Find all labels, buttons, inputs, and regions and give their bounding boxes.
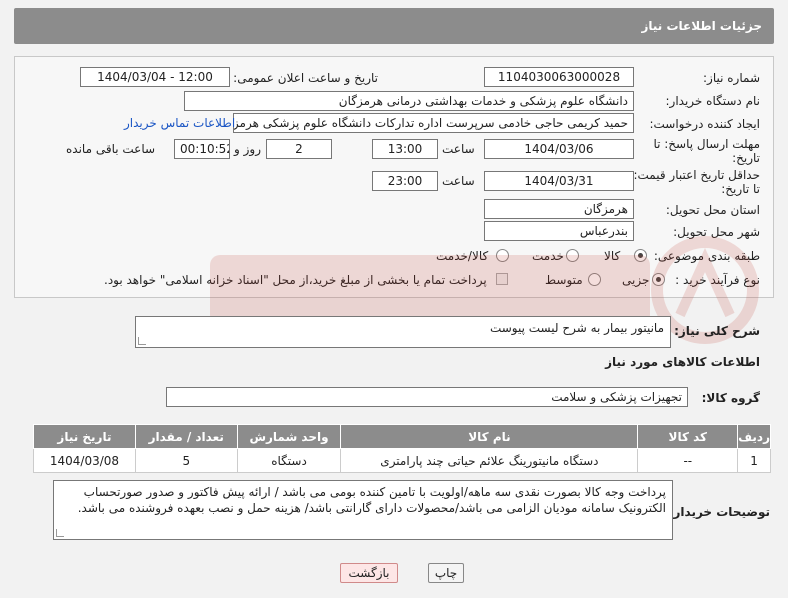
back-button[interactable]: بازگشت xyxy=(340,563,398,583)
col-quantity: تعداد / مقدار xyxy=(134,424,238,449)
cell-code: -- xyxy=(637,448,739,473)
table-header-row: ردیف کد کالا نام کالا واحد شمارش تعداد /… xyxy=(33,424,771,449)
col-need-date: تاریخ نیاز xyxy=(33,424,136,449)
col-row: ردیف xyxy=(737,424,771,449)
announce-label: تاریخ و ساعت اعلان عمومی: xyxy=(233,71,378,85)
buyer-notes-textarea[interactable]: پرداخت وجه کالا بصورت نقدی سه ماهه/اولوی… xyxy=(53,480,673,540)
process-option-medium: متوسط xyxy=(545,273,583,287)
category-option-goods-service: کالا/خدمت xyxy=(436,249,489,263)
cell-quantity: 5 xyxy=(134,448,238,473)
validity-time-label: ساعت xyxy=(442,174,475,188)
province-label: استان محل تحویل: xyxy=(665,203,760,217)
days-label: روز و xyxy=(234,142,261,156)
deadline-date-field: 1404/03/06 xyxy=(484,139,634,159)
goods-table: ردیف کد کالا نام کالا واحد شمارش تعداد /… xyxy=(33,424,771,473)
buyer-contact-link[interactable]: اطلاعات تماس خریدار xyxy=(124,116,235,130)
process-radio-minor[interactable] xyxy=(652,273,665,286)
deadline-time-label: ساعت xyxy=(442,142,475,156)
announce-field: 1404/03/04 - 12:00 xyxy=(80,67,230,87)
city-field: بندرعباس xyxy=(484,221,634,241)
summary-label: شرح کلی نیاز: xyxy=(674,324,760,338)
cell-row: 1 xyxy=(737,448,771,473)
validity-label: حداقل تاریخ اعتبار قیمت: xyxy=(633,168,760,182)
remaining-time-field: 00:10:52 xyxy=(174,139,230,159)
deadline-label: مهلت ارسال پاسخ: تا xyxy=(653,137,760,151)
goods-group-field: تجهیزات پزشکی و سلامت xyxy=(166,387,688,407)
process-label: نوع فرآیند خرید : xyxy=(675,273,760,287)
days-field: 2 xyxy=(266,139,332,159)
category-option-service: خدمت xyxy=(532,249,564,263)
requester-label: ایجاد کننده درخواست: xyxy=(649,117,760,131)
goods-group-label: گروه کالا: xyxy=(701,391,760,405)
summary-textarea[interactable]: مانیتور بیمار به شرح لیست پیوست xyxy=(135,316,671,348)
page-title: جزئیات اطلاعات نیاز xyxy=(641,19,762,33)
process-radio-medium[interactable] xyxy=(588,273,601,286)
buyer-org-field: دانشگاه علوم پزشکی و خدمات بهداشتی درمان… xyxy=(184,91,634,111)
requester-field: حمید کریمی حاجی خادمی سرپرست اداره تدارک… xyxy=(233,113,634,133)
validity-label-date: تا تاریخ: xyxy=(721,182,760,196)
category-radio-goods-service[interactable] xyxy=(496,249,509,262)
validity-time-field: 23:00 xyxy=(372,171,438,191)
col-name: نام کالا xyxy=(340,424,639,449)
summary-text: مانیتور بیمار به شرح لیست پیوست xyxy=(489,321,664,335)
resize-grip-icon[interactable] xyxy=(138,337,146,345)
buyer-org-label: نام دستگاه خریدار: xyxy=(665,94,761,108)
cell-need-date: 1404/03/08 xyxy=(33,448,136,473)
cell-unit: دستگاه xyxy=(236,448,342,473)
col-code: کد کالا xyxy=(637,424,739,449)
category-radio-service[interactable] xyxy=(566,249,579,262)
buyer-notes-text: پرداخت وجه کالا بصورت نقدی سه ماهه/اولوی… xyxy=(77,485,666,515)
category-label: طبقه بندی موضوعی: xyxy=(653,249,760,263)
page-header: جزئیات اطلاعات نیاز xyxy=(14,8,774,44)
category-radio-goods[interactable] xyxy=(634,249,647,262)
goods-section-title: اطلاعات کالاهای مورد نیاز xyxy=(605,355,760,369)
need-number-label: شماره نیاز: xyxy=(703,71,760,85)
cell-name: دستگاه مانیتورینگ علائم حیاتی چند پارامت… xyxy=(340,448,639,473)
deadline-label-date: تاریخ: xyxy=(732,151,760,165)
payment-note: پرداخت تمام یا بخشی از مبلغ خرید،از محل … xyxy=(104,273,487,287)
col-unit: واحد شمارش xyxy=(236,424,342,449)
category-option-goods: کالا xyxy=(604,249,621,263)
deadline-time-field: 13:00 xyxy=(372,139,438,159)
province-field: هرمزگان xyxy=(484,199,634,219)
validity-date-field: 1404/03/31 xyxy=(484,171,634,191)
need-number-field: 1104030063000028 xyxy=(484,67,634,87)
print-button[interactable]: چاپ xyxy=(428,563,464,583)
table-row[interactable]: 1 -- دستگاه مانیتورینگ علائم حیاتی چند پ… xyxy=(33,448,771,473)
process-option-minor: جزیی xyxy=(622,273,650,287)
city-label: شهر محل تحویل: xyxy=(673,225,760,239)
buyer-notes-label: توضیحات خریدار: xyxy=(668,505,770,519)
resize-grip-icon[interactable] xyxy=(56,529,64,537)
remaining-label: ساعت باقی مانده xyxy=(66,142,156,156)
treasury-checkbox[interactable] xyxy=(496,273,508,285)
